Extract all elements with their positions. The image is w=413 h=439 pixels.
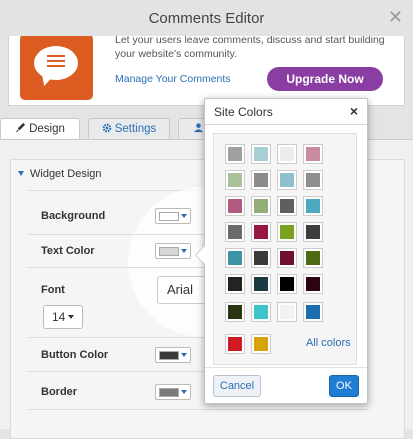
color-swatch[interactable]	[251, 144, 271, 164]
color-swatch[interactable]	[277, 248, 297, 268]
border-color-chip	[159, 388, 179, 397]
color-swatch[interactable]	[225, 274, 245, 294]
color-swatch[interactable]	[251, 170, 271, 190]
section-title: Widget Design	[30, 168, 102, 180]
font-size-select[interactable]: 14	[43, 305, 83, 329]
divider	[28, 409, 368, 410]
color-swatch[interactable]	[251, 248, 271, 268]
background-color-chip	[159, 212, 179, 221]
color-swatch[interactable]	[277, 144, 297, 164]
border-color-picker[interactable]	[155, 384, 191, 400]
color-swatch[interactable]	[225, 248, 245, 268]
user-icon	[193, 123, 203, 133]
caret-down-icon	[18, 171, 24, 176]
color-swatch[interactable]	[303, 274, 323, 294]
tab-design-label: Design	[29, 123, 65, 135]
tab-settings-label: Settings	[114, 123, 157, 135]
color-palette: All colors	[213, 133, 357, 365]
color-swatch[interactable]	[303, 248, 323, 268]
button-color-chip	[159, 351, 179, 360]
brush-icon	[16, 122, 26, 133]
color-swatch[interactable]	[225, 144, 245, 164]
chevron-down-icon	[181, 353, 187, 357]
tab-design[interactable]: Design	[0, 118, 80, 140]
promo-banner: Let your users leave comments, discuss a…	[8, 36, 405, 106]
color-swatch[interactable]	[225, 196, 245, 216]
font-label: Font	[41, 284, 65, 296]
caret-down-icon	[68, 315, 75, 319]
color-swatch[interactable]	[277, 170, 297, 190]
ok-button[interactable]: OK	[329, 375, 359, 397]
background-color-picker[interactable]	[155, 208, 191, 224]
tab-settings[interactable]: Settings	[88, 118, 170, 140]
border-label: Border	[41, 386, 78, 398]
color-swatch[interactable]	[251, 222, 271, 242]
button-color-picker[interactable]	[155, 347, 191, 363]
color-swatch[interactable]	[303, 144, 323, 164]
color-swatch[interactable]	[225, 170, 245, 190]
popup-header: Site Colors ×	[205, 99, 367, 125]
color-swatch[interactable]	[251, 196, 271, 216]
color-swatch[interactable]	[303, 222, 323, 242]
color-swatch[interactable]	[303, 196, 323, 216]
popup-pointer	[195, 245, 205, 265]
site-colors-popup: Site Colors × All colors Cancel OK	[195, 98, 368, 404]
color-swatch[interactable]	[303, 302, 323, 322]
chevron-down-icon	[181, 214, 187, 218]
upgrade-button[interactable]: Upgrade Now	[267, 67, 383, 91]
text-color-picker[interactable]	[155, 243, 191, 259]
font-size-value: 14	[52, 310, 66, 324]
all-colors-link[interactable]: All colors	[306, 337, 351, 349]
text-color-chip	[159, 247, 179, 256]
chevron-down-icon	[181, 249, 187, 253]
color-swatch[interactable]	[277, 302, 297, 322]
text-color-label: Text Color	[41, 245, 95, 257]
custom-color-swatch[interactable]	[251, 334, 271, 354]
color-swatch[interactable]	[303, 170, 323, 190]
chevron-down-icon	[181, 390, 187, 394]
close-icon[interactable]: ✕	[388, 8, 403, 26]
color-swatch[interactable]	[225, 302, 245, 322]
promo-description: Let your users leave comments, discuss a…	[115, 36, 385, 60]
popup-title: Site Colors	[214, 105, 273, 119]
cancel-button[interactable]: Cancel	[213, 375, 261, 397]
close-icon[interactable]: ×	[350, 103, 358, 119]
background-label: Background	[41, 210, 106, 222]
title-bar: Comments Editor ✕	[0, 0, 413, 36]
manage-comments-link[interactable]: Manage Your Comments	[115, 73, 231, 85]
window-title: Comments Editor	[148, 10, 265, 27]
widget-design-toggle[interactable]: Widget Design	[18, 168, 102, 180]
color-swatch[interactable]	[277, 196, 297, 216]
custom-color-swatch[interactable]	[225, 334, 245, 354]
color-swatch[interactable]	[277, 274, 297, 294]
color-swatch[interactable]	[225, 222, 245, 242]
comments-logo-icon	[20, 36, 93, 100]
color-swatch[interactable]	[251, 274, 271, 294]
gear-icon	[102, 123, 112, 133]
color-swatch[interactable]	[277, 222, 297, 242]
color-swatch[interactable]	[251, 302, 271, 322]
button-color-label: Button Color	[41, 349, 109, 361]
popup-footer: Cancel OK	[205, 367, 367, 403]
